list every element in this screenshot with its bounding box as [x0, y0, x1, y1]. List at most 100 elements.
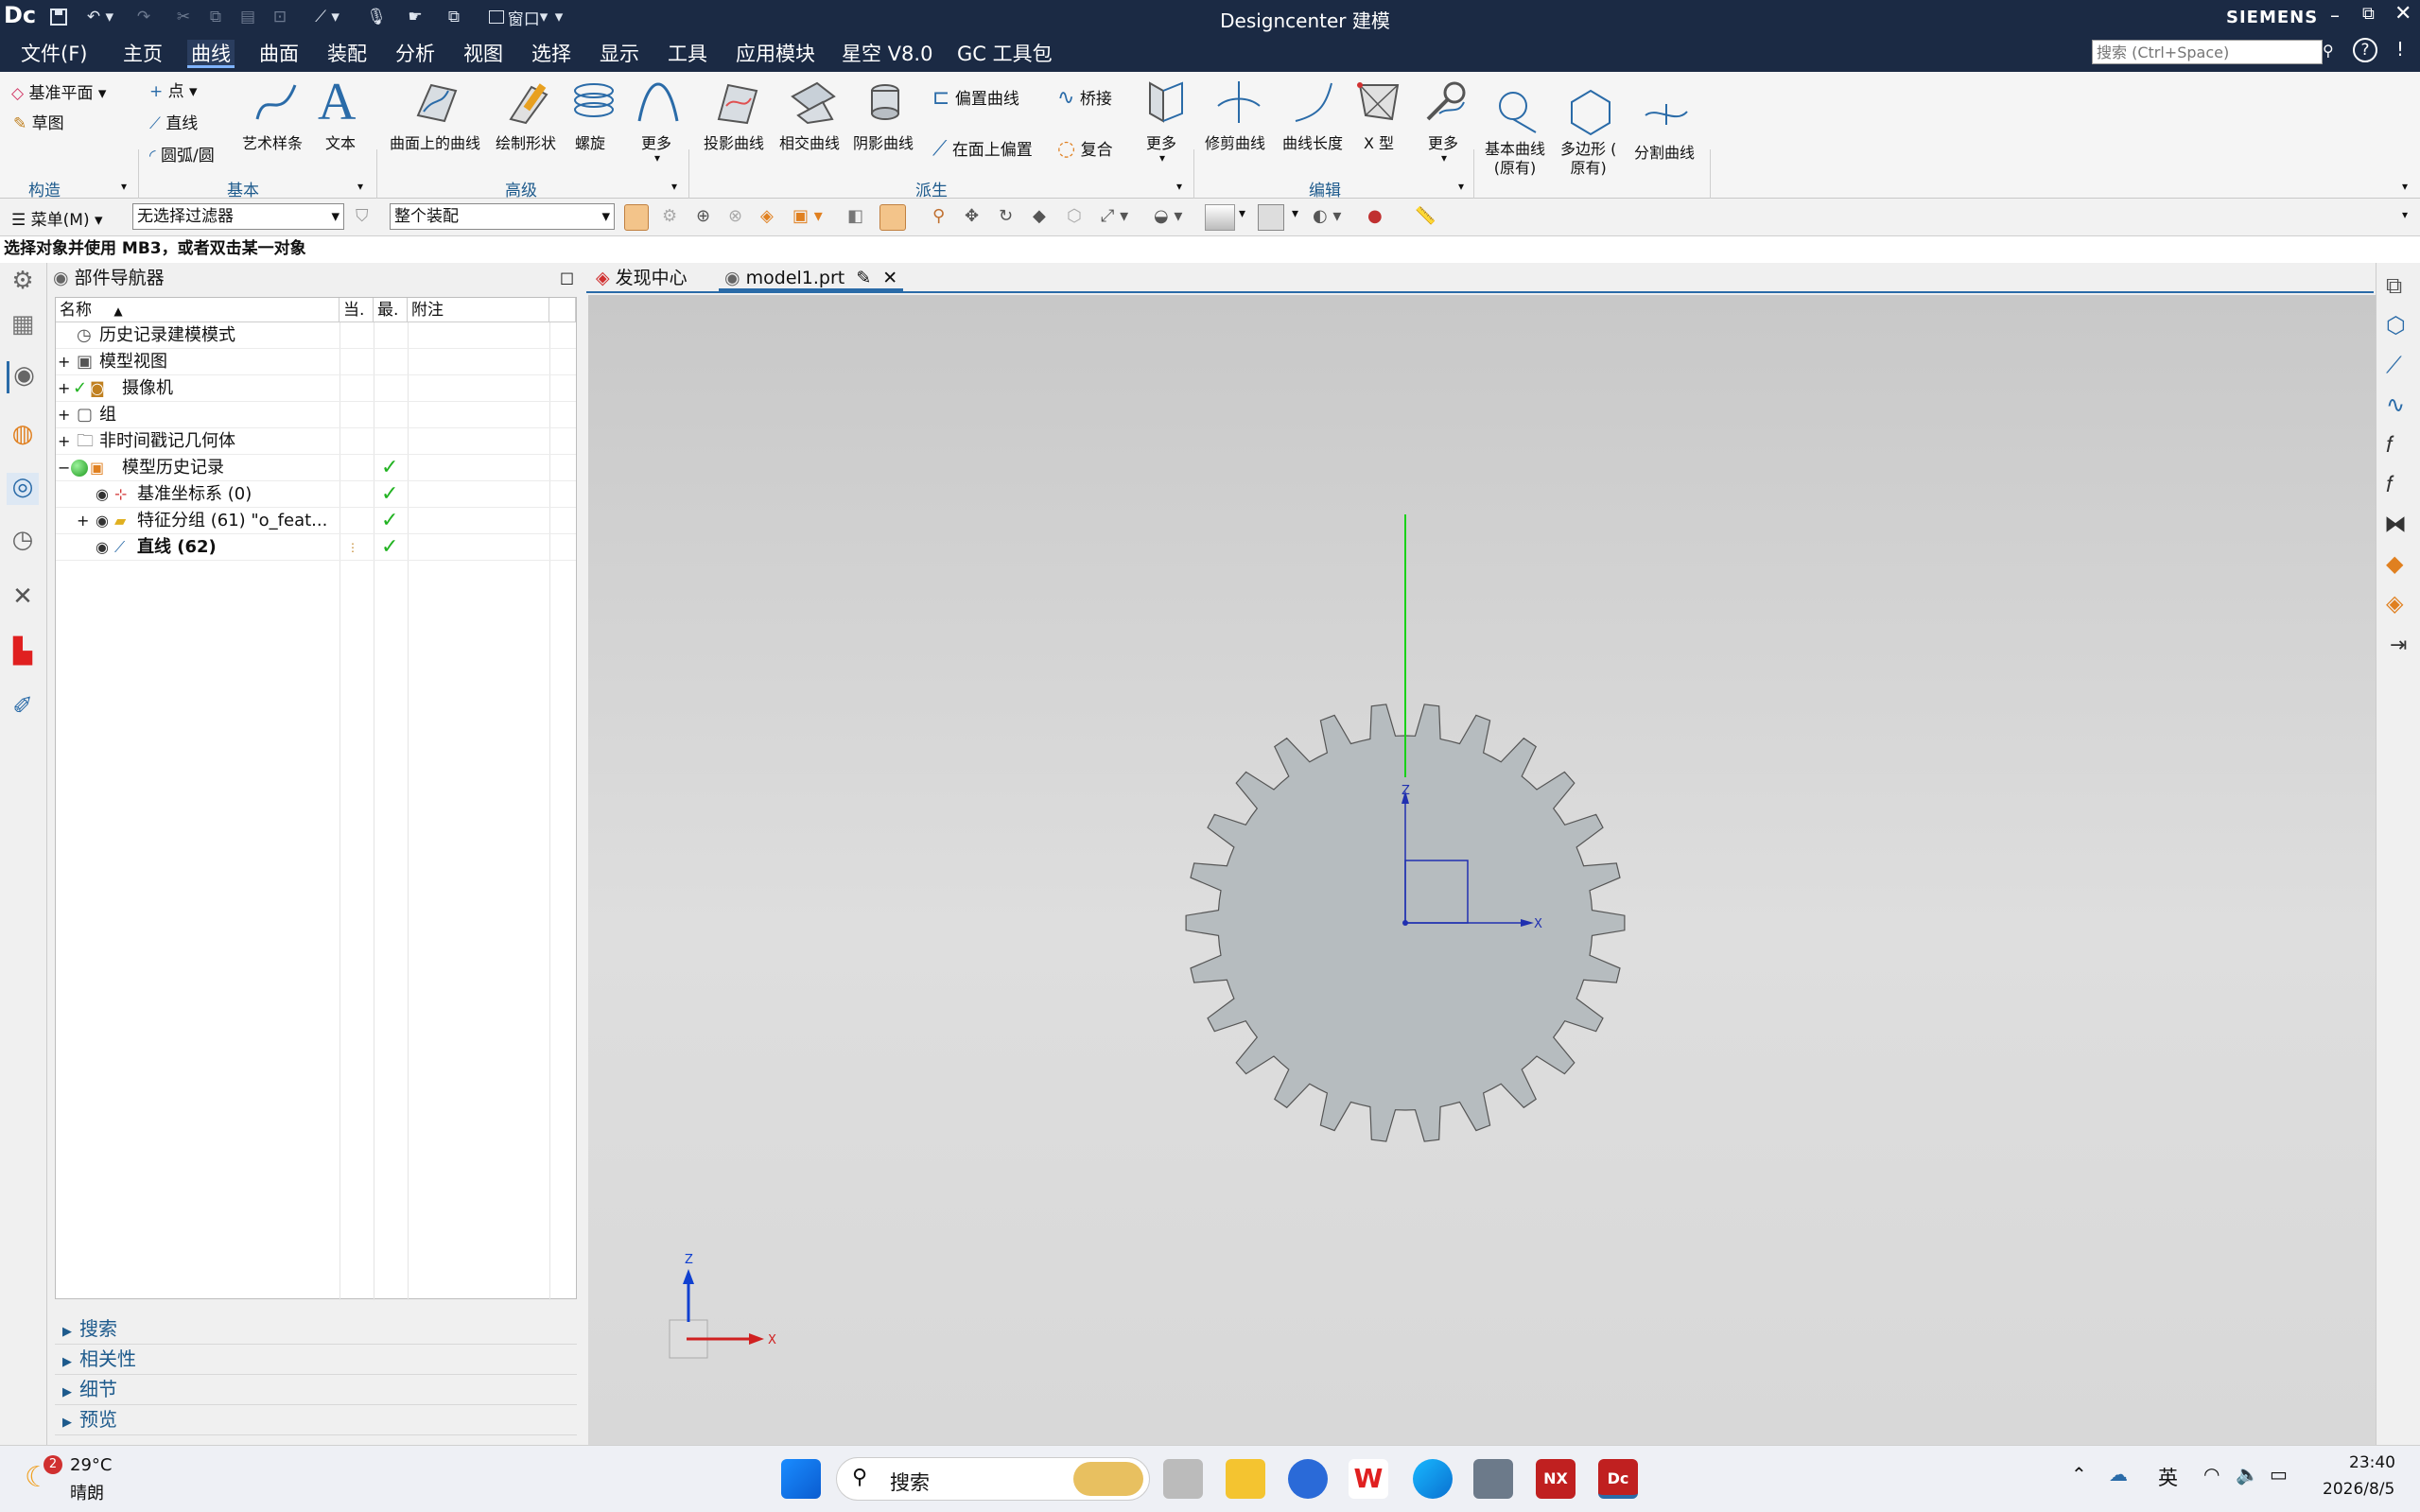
solid-body-icon[interactable]: ◆: [2386, 550, 2403, 577]
wifi-icon[interactable]: ◠: [2203, 1463, 2220, 1486]
edge-browser-icon[interactable]: [1413, 1459, 1453, 1499]
divide-curve-icon[interactable]: [1642, 87, 1691, 136]
curve-on-surface-icon[interactable]: [412, 78, 461, 127]
point-button[interactable]: + 点 ▾: [149, 78, 198, 101]
duplicate-icon[interactable]: ⊡: [267, 4, 293, 30]
expand-icon[interactable]: +: [58, 375, 70, 402]
close-icon[interactable]: ✕: [2394, 2, 2411, 26]
line-tool-icon[interactable]: ⟋ ▾: [306, 4, 348, 30]
app-logo[interactable]: Dc: [4, 2, 36, 28]
menu-tools[interactable]: 工具: [664, 40, 711, 68]
reuse-library-icon[interactable]: ◍: [7, 420, 39, 452]
view-section-icon[interactable]: ⬡: [1067, 206, 1082, 226]
bridge-button[interactable]: ∿ 桥接: [1057, 85, 1112, 110]
microphone-icon[interactable]: 🎙: [365, 4, 388, 30]
window-switch-icon[interactable]: ⧉: [441, 4, 467, 30]
orient-cube-icon[interactable]: ⬡: [2386, 312, 2406, 339]
process-studio-icon[interactable]: ✕: [7, 582, 39, 615]
move-body-icon[interactable]: ◈: [2386, 590, 2403, 617]
select-edge-icon[interactable]: [879, 204, 906, 231]
customize-qa-icon[interactable]: ▾: [550, 4, 567, 30]
wps-icon[interactable]: W: [1349, 1459, 1388, 1499]
chat-app-icon[interactable]: [1288, 1459, 1328, 1499]
composite-button[interactable]: ◌ 复合: [1057, 136, 1113, 161]
basic-expand-icon[interactable]: ▾: [357, 180, 363, 193]
more-edit-icon[interactable]: [1420, 78, 1470, 127]
expand-icon[interactable]: +: [58, 428, 70, 455]
onedrive-icon[interactable]: ☁: [2109, 1463, 2128, 1486]
clock-time[interactable]: 23:40: [2349, 1453, 2395, 1472]
fx-icon[interactable]: 𝑓: [2386, 431, 2393, 458]
expand-icon[interactable]: +: [58, 349, 70, 375]
tab-model1[interactable]: ◉ model1.prt ✎ ✕: [719, 265, 904, 291]
section-preview[interactable]: ▶ 预览: [55, 1405, 577, 1435]
column-current[interactable]: 当.: [339, 298, 374, 322]
section-dependencies[interactable]: ▶ 相关性: [55, 1345, 577, 1375]
weather-widget[interactable]: ☾ 2: [21, 1455, 62, 1494]
spline-tool-icon[interactable]: ∿: [2386, 391, 2405, 418]
file-explorer-icon[interactable]: [1226, 1459, 1265, 1499]
menu-curve[interactable]: 曲线: [187, 40, 235, 68]
tree-row-model-views[interactable]: + ▣ 模型视图: [56, 349, 576, 375]
menu-view[interactable]: 视图: [460, 40, 507, 68]
material-icon[interactable]: ●: [1367, 206, 1383, 226]
restore-icon[interactable]: ⧉: [2362, 4, 2375, 24]
zoom-fit-icon[interactable]: ⚲: [932, 206, 945, 226]
select-features-icon[interactable]: [624, 204, 649, 231]
tree-row-datum-csys[interactable]: ◉ ⊹ 基准坐标系 (0) ✓: [56, 481, 576, 508]
menu-gc-toolkit[interactable]: GC 工具包: [953, 40, 1056, 68]
select-face-icon[interactable]: ▣ ▾: [792, 206, 823, 226]
graphics-window[interactable]: Z X Z X: [588, 295, 2376, 1445]
more-advanced-icon[interactable]: [634, 78, 683, 127]
fit-icon[interactable]: ⤢ ▾: [1101, 206, 1128, 226]
menu-analysis[interactable]: 分析: [392, 40, 439, 68]
tree-row-history-mode[interactable]: ◷ 历史记录建模模式: [56, 322, 576, 349]
menu-assembly[interactable]: 装配: [323, 40, 371, 68]
derived-expand-icon[interactable]: ▾: [1176, 180, 1182, 193]
select-solid-icon[interactable]: ◧: [847, 206, 863, 226]
basic-curves-legacy-icon[interactable]: [1492, 87, 1541, 136]
eye-icon[interactable]: ◉: [96, 481, 109, 508]
tree-row-groups[interactable]: + ▢ 组: [56, 402, 576, 428]
edit-expand-icon[interactable]: ▾: [1458, 180, 1464, 193]
toolbar-overflow-icon[interactable]: ▾: [2402, 208, 2408, 221]
menu-display[interactable]: 显示: [596, 40, 643, 68]
start-icon[interactable]: [781, 1459, 821, 1499]
menu-button[interactable]: ☰ 菜单(M) ▾: [11, 206, 103, 230]
view-layout-icon[interactable]: ⧉: [2386, 272, 2402, 299]
assembly-navigator-icon[interactable]: ▦: [7, 310, 39, 342]
eye-icon[interactable]: ◉: [96, 508, 109, 534]
save-icon[interactable]: [45, 4, 72, 30]
ime-indicator[interactable]: 英: [2158, 1463, 2178, 1491]
alert-icon[interactable]: !: [2396, 38, 2404, 61]
volume-icon[interactable]: 🔈: [2236, 1463, 2259, 1486]
column-latest[interactable]: 最.: [374, 298, 408, 322]
web-browser-icon[interactable]: ◎: [7, 473, 39, 505]
tree-row-line[interactable]: ◉ ⟋ 直线 (62) ⋮ ✓: [56, 534, 576, 561]
expand-icon[interactable]: +: [58, 402, 70, 428]
studio-spline-icon[interactable]: [252, 78, 301, 127]
copy-icon[interactable]: ⧉: [202, 4, 229, 30]
menu-xingkong[interactable]: 星空 V8.0: [838, 40, 936, 68]
help-icon[interactable]: ?: [2353, 38, 2377, 62]
select-body-icon[interactable]: ◈: [760, 206, 774, 226]
menu-applications[interactable]: 应用模块: [732, 40, 819, 68]
select-group-icon[interactable]: ⚙: [662, 206, 677, 226]
fx-edit-icon[interactable]: 𝑓: [2386, 471, 2393, 497]
history-icon[interactable]: ◷: [7, 526, 39, 558]
arc-circle-button[interactable]: ◜ 圆弧/圆: [149, 142, 215, 165]
shaded-mode-icon[interactable]: [1258, 204, 1284, 231]
menu-home[interactable]: 主页: [119, 40, 166, 68]
rotate-icon[interactable]: ↻: [999, 206, 1013, 226]
more-derived-icon[interactable]: [1140, 78, 1190, 127]
intersection-curve-icon[interactable]: [789, 78, 838, 127]
filter-funnel-icon[interactable]: ⛉: [356, 206, 369, 226]
sketch-button[interactable]: ✎ 草图: [13, 110, 64, 133]
tree-row-feature-group[interactable]: + ◉ ▰ 特征分组 (61) "o_feat... ✓: [56, 508, 576, 534]
text-tool-icon[interactable]: A: [318, 72, 356, 132]
mirror-icon[interactable]: ⧓: [2384, 511, 2407, 537]
clock-date[interactable]: 2026/8/5: [2323, 1480, 2394, 1499]
offset-in-face-button[interactable]: ⟋ 在面上偏置: [932, 136, 1033, 161]
paste-icon[interactable]: ▤: [235, 4, 261, 30]
analysis-icon[interactable]: ▙: [7, 637, 39, 669]
